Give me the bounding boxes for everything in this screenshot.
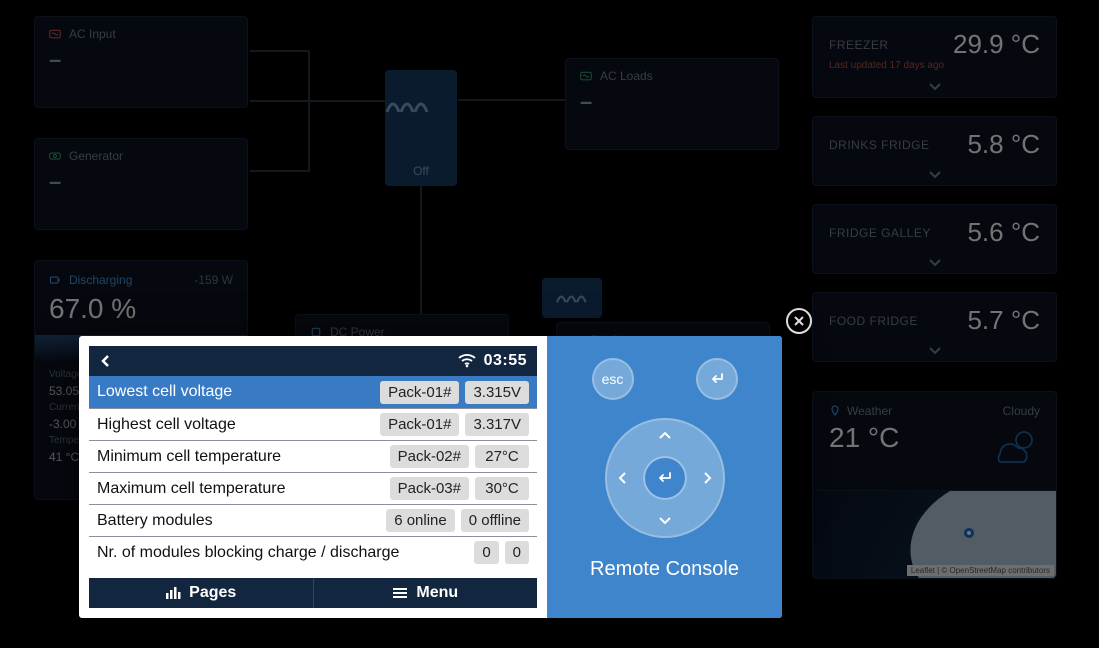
row-chip: 3.317V bbox=[465, 413, 529, 436]
enter-icon bbox=[708, 372, 726, 386]
close-button[interactable] bbox=[786, 308, 812, 334]
list-item[interactable]: Maximum cell temperature Pack-03# 30°C bbox=[89, 472, 537, 504]
chevron-left-icon bbox=[99, 354, 113, 368]
lcd-footer: Pages Menu bbox=[89, 578, 537, 608]
esc-button[interactable]: esc bbox=[592, 358, 634, 400]
menu-button[interactable]: Menu bbox=[313, 578, 538, 608]
dpad-center[interactable] bbox=[643, 456, 687, 500]
list-item[interactable]: Minimum cell temperature Pack-02# 27°C bbox=[89, 440, 537, 472]
chevron-up-icon bbox=[658, 429, 672, 443]
dpad-down[interactable] bbox=[655, 510, 675, 530]
dpad-right[interactable] bbox=[697, 468, 717, 488]
row-chip: 0 bbox=[474, 541, 498, 564]
menu-label: Menu bbox=[416, 584, 458, 602]
pages-button[interactable]: Pages bbox=[89, 578, 313, 608]
row-label: Battery modules bbox=[97, 512, 213, 530]
pages-label: Pages bbox=[189, 584, 236, 602]
row-label: Highest cell voltage bbox=[97, 416, 236, 434]
list-item[interactable]: Highest cell voltage Pack-01# 3.317V bbox=[89, 408, 537, 440]
bars-icon bbox=[165, 587, 181, 599]
row-label: Minimum cell temperature bbox=[97, 448, 281, 466]
row-label: Lowest cell voltage bbox=[97, 383, 232, 401]
chevron-down-icon bbox=[658, 513, 672, 527]
list-item[interactable]: Battery modules 6 online 0 offline bbox=[89, 504, 537, 536]
row-chip: 27°C bbox=[475, 445, 529, 468]
row-chip: Pack-01# bbox=[380, 413, 459, 436]
enter-button[interactable] bbox=[696, 358, 738, 400]
close-icon bbox=[793, 315, 805, 327]
wifi-icon bbox=[458, 354, 476, 368]
dpad-left[interactable] bbox=[613, 468, 633, 488]
row-chip: 0 offline bbox=[461, 509, 529, 532]
row-chip: 30°C bbox=[475, 477, 529, 500]
back-button[interactable] bbox=[99, 354, 113, 368]
row-chip: Pack-02# bbox=[390, 445, 469, 468]
remote-console-modal: 03:55 Lowest cell voltage Pack-01# 3.315… bbox=[79, 336, 782, 618]
row-label: Maximum cell temperature bbox=[97, 480, 286, 498]
remote-title: Remote Console bbox=[590, 558, 739, 581]
lcd-header: 03:55 bbox=[89, 346, 537, 376]
lcd-panel: 03:55 Lowest cell voltage Pack-01# 3.315… bbox=[79, 336, 547, 618]
enter-icon bbox=[655, 471, 675, 485]
dpad bbox=[605, 418, 725, 538]
chevron-left-icon bbox=[616, 471, 630, 485]
list-item[interactable]: Lowest cell voltage Pack-01# 3.315V bbox=[89, 376, 537, 408]
row-chip: 0 bbox=[505, 541, 529, 564]
list-item[interactable]: Nr. of modules blocking charge / dischar… bbox=[89, 536, 537, 568]
lcd-rows: Lowest cell voltage Pack-01# 3.315V High… bbox=[89, 376, 537, 578]
chevron-right-icon bbox=[700, 471, 714, 485]
row-chip: 3.315V bbox=[465, 381, 529, 404]
row-label: Nr. of modules blocking charge / dischar… bbox=[97, 544, 399, 562]
menu-icon bbox=[392, 587, 408, 599]
dpad-up[interactable] bbox=[655, 426, 675, 446]
lcd-time: 03:55 bbox=[484, 352, 527, 370]
row-chip: Pack-03# bbox=[390, 477, 469, 500]
row-chip: 6 online bbox=[386, 509, 455, 532]
row-chip: Pack-01# bbox=[380, 381, 459, 404]
esc-label: esc bbox=[602, 371, 624, 387]
remote-panel: esc Remote Console bbox=[547, 336, 782, 618]
